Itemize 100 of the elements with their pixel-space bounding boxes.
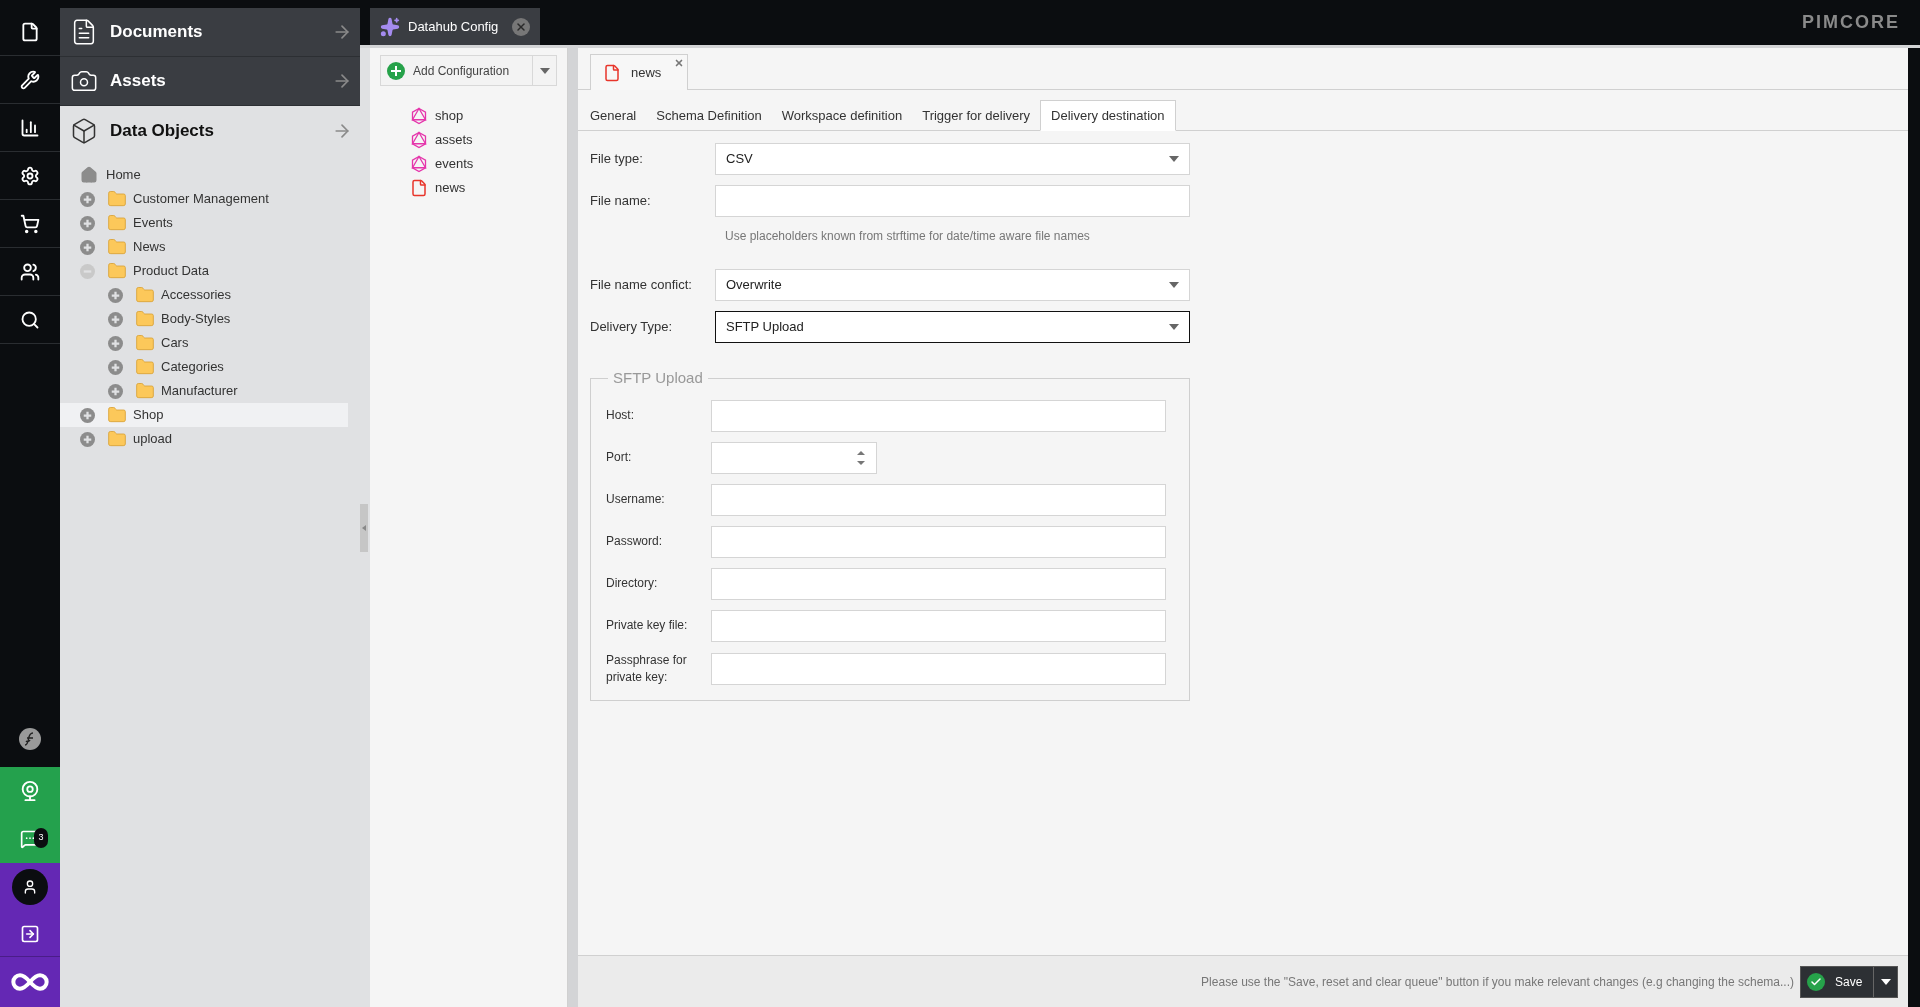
folder-icon [107, 237, 127, 257]
folder-icon [107, 213, 127, 233]
text-field[interactable] [711, 609, 1166, 642]
expand-icon[interactable] [80, 191, 95, 207]
folder-icon [135, 333, 155, 353]
collapse-handle[interactable] [360, 503, 368, 552]
tree-item[interactable]: Shop [60, 403, 348, 427]
sparkles-icon [380, 16, 400, 37]
document-icon [410, 179, 428, 197]
close-icon[interactable] [674, 58, 684, 68]
dropdown-caret-icon [1169, 324, 1179, 330]
users-icon [20, 261, 40, 282]
main-tab[interactable]: Datahub Config [370, 8, 540, 45]
folder-icon [107, 405, 127, 425]
tree-item[interactable]: upload [60, 427, 348, 451]
config-label: events [435, 155, 474, 174]
notification-badge: 3 [34, 828, 48, 848]
select-field[interactable]: CSV [715, 143, 1190, 175]
nav-panel-title: Assets [110, 70, 167, 93]
field-label: Port: [606, 449, 633, 466]
tab-label: news [631, 63, 662, 82]
file-icon [20, 21, 40, 42]
expand-icon[interactable] [108, 311, 123, 327]
expand-icon[interactable] [108, 287, 123, 303]
nav-panel-header[interactable]: Assets [60, 57, 360, 106]
text-field[interactable] [711, 399, 1166, 432]
field-label: File name: [590, 192, 652, 211]
expand-icon[interactable] [80, 239, 95, 255]
graphql-icon [410, 131, 428, 149]
tree-label: Manufacturer [161, 382, 238, 401]
tree-item[interactable]: Manufacturer [60, 379, 348, 403]
tab[interactable]: Workspace definition [771, 100, 913, 131]
folder-icon [135, 357, 155, 377]
tree-item[interactable]: Cars [60, 331, 348, 355]
caret-icon [539, 67, 550, 74]
expand-icon[interactable] [80, 431, 95, 447]
tree-label: Home [106, 166, 141, 185]
field-label: Private key file: [606, 617, 689, 634]
expand-icon[interactable] [108, 359, 123, 375]
tree-label: Product Data [133, 262, 209, 281]
tab[interactable]: General [580, 100, 647, 131]
tab-label: Datahub Config [408, 17, 500, 36]
settings-icon [20, 165, 40, 186]
bar-chart-icon [20, 117, 40, 138]
config-label: news [435, 179, 466, 198]
folder-icon [135, 381, 155, 401]
caret-icon [1880, 978, 1891, 985]
select-field[interactable]: Overwrite [715, 269, 1190, 301]
check-icon [1807, 972, 1825, 991]
tree-item[interactable]: Home [60, 163, 348, 187]
field-label: Host: [606, 407, 635, 424]
tree-item[interactable]: Accessories [60, 283, 348, 307]
text-field[interactable] [711, 567, 1166, 600]
config-item[interactable]: news [410, 176, 557, 200]
tree-label: Accessories [161, 286, 232, 305]
field-label: Username: [606, 491, 666, 508]
tree-item[interactable]: Product Data [60, 259, 348, 283]
expand-icon[interactable] [108, 335, 123, 351]
config-item[interactable]: assets [410, 128, 557, 152]
text-field[interactable] [711, 483, 1166, 516]
select-value: Overwrite [726, 276, 782, 295]
tab[interactable]: Schema Definition [646, 100, 772, 131]
expand-icon[interactable] [80, 407, 95, 423]
tree-item[interactable]: Categories [60, 355, 348, 379]
folder-icon [107, 261, 127, 281]
text-field[interactable] [711, 525, 1166, 558]
tree-label: Body-Styles [161, 310, 231, 329]
wrench-icon [20, 69, 40, 90]
nav-panel-title: Documents [110, 21, 204, 44]
plus-icon [387, 61, 405, 80]
tree-item[interactable]: Events [60, 211, 348, 235]
cart-icon [20, 213, 40, 234]
document-tab[interactable]: news [590, 54, 688, 90]
select-field[interactable]: SFTP Upload [715, 311, 1190, 343]
tree-item[interactable]: News [60, 235, 348, 259]
tree-label: Customer Management [133, 190, 269, 209]
config-item[interactable]: events [410, 152, 557, 176]
tree-label: Cars [161, 334, 189, 353]
expand-icon[interactable] [108, 383, 123, 399]
close-icon[interactable] [512, 17, 530, 36]
user-icon [22, 879, 38, 895]
field-hint: Use placeholders known from strftime for date/time aware file names [725, 228, 1091, 245]
tree-item[interactable]: Customer Management [60, 187, 348, 211]
tab[interactable]: Delivery destination [1040, 100, 1176, 131]
tree-label: Events [133, 214, 173, 233]
dropdown-caret-icon [1169, 282, 1179, 288]
user-avatar[interactable] [12, 869, 48, 905]
tab[interactable]: Trigger for delivery [912, 100, 1041, 131]
expand-icon[interactable] [80, 215, 95, 231]
config-label: shop [435, 107, 464, 126]
nav-panel-header[interactable]: Documents [60, 8, 360, 57]
tree-item[interactable]: Body-Styles [60, 307, 348, 331]
text-field[interactable] [715, 185, 1190, 217]
config-item[interactable]: shop [410, 104, 557, 128]
tree-label: Categories [161, 358, 224, 377]
text-field[interactable] [711, 652, 1166, 685]
graphql-icon [410, 107, 428, 125]
select-value: SFTP Upload [726, 318, 804, 337]
number-field[interactable] [711, 441, 877, 474]
select-value: CSV [726, 150, 753, 169]
